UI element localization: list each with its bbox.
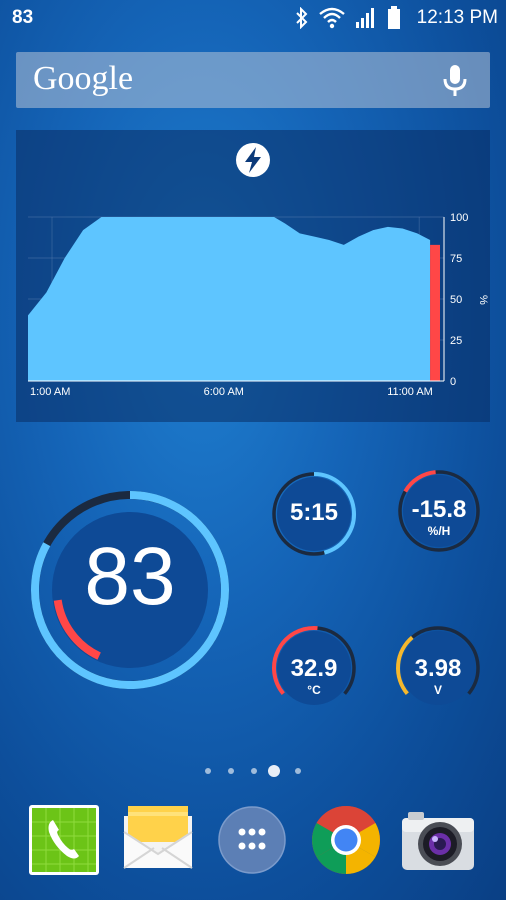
status-bar: 83 12:13 PM <box>0 0 506 36</box>
page-dot[interactable] <box>251 768 257 774</box>
chart-x-tick-label: 6:00 AM <box>204 386 244 398</box>
google-search-bar[interactable]: Google <box>16 52 490 108</box>
phone-icon[interactable] <box>26 802 102 878</box>
page-dot[interactable] <box>295 768 301 774</box>
chart-y-unit: % <box>477 295 489 305</box>
time-remaining-gauge[interactable]: 5:15 <box>270 470 358 558</box>
app-dock <box>0 798 506 888</box>
wifi-icon <box>318 7 345 29</box>
battery-history-widget[interactable]: 100 75 50 25 0% 1:00 AM 6:00 AM 11:00 AM <box>16 130 490 422</box>
battery-level-indicator: 83 <box>12 7 34 28</box>
chart-area-charge <box>28 217 431 381</box>
discharge-rate-unit: %/H <box>427 524 451 538</box>
discharge-rate-value: -15.8 <box>411 496 467 523</box>
chart-y-tick-label: 75 <box>450 253 462 265</box>
time-remaining-value: 5:15 <box>289 499 339 526</box>
chrome-icon[interactable] <box>308 802 384 878</box>
temperature-value: 32.9 <box>290 655 338 682</box>
temperature-unit: °C <box>307 683 321 697</box>
battery-icon <box>387 6 400 29</box>
battery-chart: 100 75 50 25 0% 1:00 AM 6:00 AM 11:00 AM <box>28 212 489 398</box>
page-dot[interactable] <box>228 768 234 774</box>
page-indicator <box>0 764 506 778</box>
chart-x-tick-label: 11:00 AM <box>387 386 433 398</box>
clock: 12:13 PM <box>416 7 498 28</box>
voltage-unit: V <box>433 683 442 697</box>
app-drawer-icon[interactable] <box>214 802 290 878</box>
chart-area-discharge <box>430 244 440 381</box>
chart-x-tick-label: 1:00 AM <box>30 386 70 398</box>
camera-icon[interactable] <box>400 802 476 878</box>
battery-gauge[interactable]: 83 <box>28 488 232 692</box>
email-icon[interactable] <box>120 802 196 878</box>
page-dot-active[interactable] <box>268 765 280 777</box>
mic-icon[interactable] <box>442 64 468 98</box>
chart-y-tick-label: 25 <box>450 335 462 347</box>
temperature-gauge[interactable]: 32.9 °C <box>270 624 358 712</box>
signal-icon <box>355 8 374 28</box>
chart-y-tick-label: 0 <box>450 376 456 388</box>
discharge-rate-gauge[interactable]: -15.8 %/H <box>396 468 482 554</box>
battery-percentage: 83 <box>84 531 176 622</box>
bluetooth-icon <box>295 7 308 29</box>
chart-y-tick-label: 100 <box>450 212 468 224</box>
voltage-gauge[interactable]: 3.98 V <box>394 624 482 712</box>
google-logo: Google <box>33 60 134 97</box>
page-dot[interactable] <box>205 768 211 774</box>
voltage-value: 3.98 <box>414 655 462 682</box>
chart-y-tick-label: 50 <box>450 294 462 306</box>
